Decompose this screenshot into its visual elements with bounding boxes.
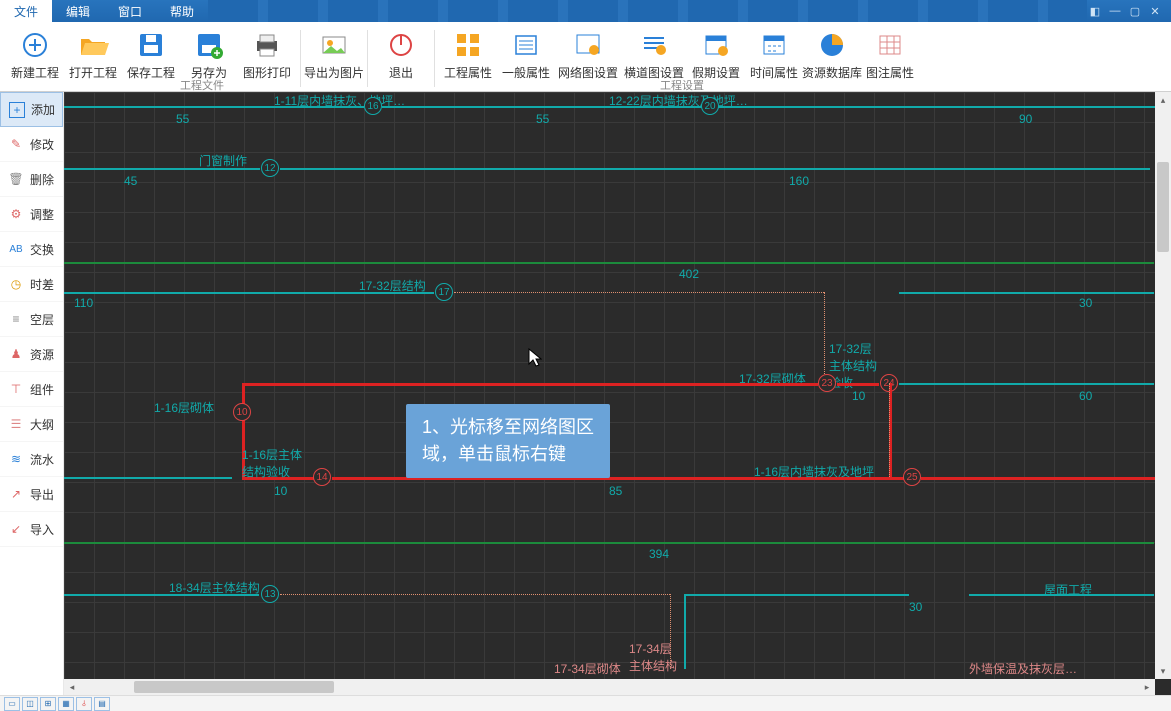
side-timediff[interactable]: ◷时差 [0,267,63,302]
scroll-up-icon[interactable]: ▴ [1155,92,1171,108]
image-export-icon [317,28,351,62]
new-project-button[interactable]: 新建工程 [6,26,64,91]
side-outline[interactable]: ☰大纲 [0,407,63,442]
menu-file[interactable]: 文件 [0,0,52,22]
menu-bar: 文件 编辑 窗口 帮助 ◧ — ▢ ✕ [0,0,1171,22]
swap-icon: AB [8,241,24,257]
horizontal-scrollbar[interactable]: ◂ ▸ [64,679,1155,695]
side-edit[interactable]: ✎修改 [0,127,63,162]
side-component[interactable]: ⊤组件 [0,372,63,407]
side-resource[interactable]: ♟资源 [0,337,63,372]
power-icon [384,28,418,62]
table-icon [873,28,907,62]
sliders-icon: ⚙ [8,206,24,222]
print-button[interactable]: 图形打印 [238,26,296,91]
sidebar: +添加 ✎修改 🗑删除 ⚙调整 AB交换 ◷时差 ≡空层 ♟资源 ⊤组件 ☰大纲… [0,92,64,695]
flow-icon: ≋ [8,451,24,467]
side-delete[interactable]: 🗑删除 [0,162,63,197]
scroll-thumb-h[interactable] [134,681,334,693]
note-attr-button[interactable]: 图注属性 [861,26,919,91]
new-icon [18,28,52,62]
window-controls: ◧ — ▢ ✕ [1087,3,1163,19]
scroll-thumb-v[interactable] [1157,162,1169,252]
save-icon [134,28,168,62]
view-mode-4[interactable]: ▦ [58,697,74,711]
instruction-callout: 1、光标移至网络图区 域，单击鼠标右键 [406,404,610,478]
style-icon[interactable]: ◧ [1087,3,1103,19]
export-image-button[interactable]: 导出为图片 [305,26,363,91]
ribbon: 新建工程 打开工程 保存工程 另存为 图形打印 导出为图片 退出 工程属性 一般… [0,22,1171,92]
ribbon-group-1: 工程文件 [180,77,224,93]
side-adjust[interactable]: ⚙调整 [0,197,63,232]
calendar-gear-icon [699,28,733,62]
layers-icon: ≡ [8,311,24,327]
time-attr-button[interactable]: 时间属性 [745,26,803,91]
net-settings-button[interactable]: 网络图设置 [555,26,621,91]
component-icon: ⊤ [8,381,24,397]
menu-edit[interactable]: 编辑 [52,0,104,22]
plus-icon: + [9,102,25,118]
print-icon [250,28,284,62]
scroll-down-icon[interactable]: ▾ [1155,663,1171,679]
view-mode-5[interactable]: ⫰ [76,697,92,711]
maximize-icon[interactable]: ▢ [1127,3,1143,19]
outline-icon: ☰ [8,416,24,432]
side-flow[interactable]: ≋流水 [0,442,63,477]
net-gear-icon [571,28,605,62]
view-mode-1[interactable]: ▭ [4,697,20,711]
titlebar-decor [208,0,1087,22]
cursor-icon [528,348,542,368]
proj-attr-button[interactable]: 工程属性 [439,26,497,91]
network-diagram-area[interactable]: document.write(Array.from({length:40},(_… [64,92,1171,695]
save-project-button[interactable]: 保存工程 [122,26,180,91]
close-icon[interactable]: ✕ [1147,3,1163,19]
vertical-scrollbar[interactable]: ▴ ▾ [1155,92,1171,679]
minimize-icon[interactable]: — [1107,3,1123,19]
menu-window[interactable]: 窗口 [104,0,156,22]
view-mode-2[interactable]: ◫ [22,697,38,711]
export-icon: ↗ [8,486,24,502]
list-icon [509,28,543,62]
import-icon: ↙ [8,521,24,537]
ribbon-group-2: 工程设置 [660,77,704,93]
side-import[interactable]: ↙导入 [0,512,63,547]
bar-gear-icon [637,28,671,62]
side-swap[interactable]: AB交换 [0,232,63,267]
resource-icon: ♟ [8,346,24,362]
open-project-button[interactable]: 打开工程 [64,26,122,91]
exit-button[interactable]: 退出 [372,26,430,91]
calendar-icon [757,28,791,62]
view-mode-3[interactable]: ⊞ [40,697,56,711]
gen-attr-button[interactable]: 一般属性 [497,26,555,91]
status-bar: ▭ ◫ ⊞ ▦ ⫰ ▤ [0,695,1171,711]
pie-icon [815,28,849,62]
side-empty[interactable]: ≡空层 [0,302,63,337]
res-db-button[interactable]: 资源数据库 [803,26,861,91]
side-add[interactable]: +添加 [0,92,63,127]
save-as-icon [192,28,226,62]
side-export[interactable]: ↗导出 [0,477,63,512]
folder-open-icon [76,28,110,62]
menu-help[interactable]: 帮助 [156,0,208,22]
pencil-icon: ✎ [8,136,24,152]
view-mode-6[interactable]: ▤ [94,697,110,711]
clock-icon: ◷ [8,276,24,292]
scroll-left-icon[interactable]: ◂ [64,679,80,695]
scroll-right-icon[interactable]: ▸ [1139,679,1155,695]
trash-icon: 🗑 [8,171,24,187]
grid-icon [451,28,485,62]
